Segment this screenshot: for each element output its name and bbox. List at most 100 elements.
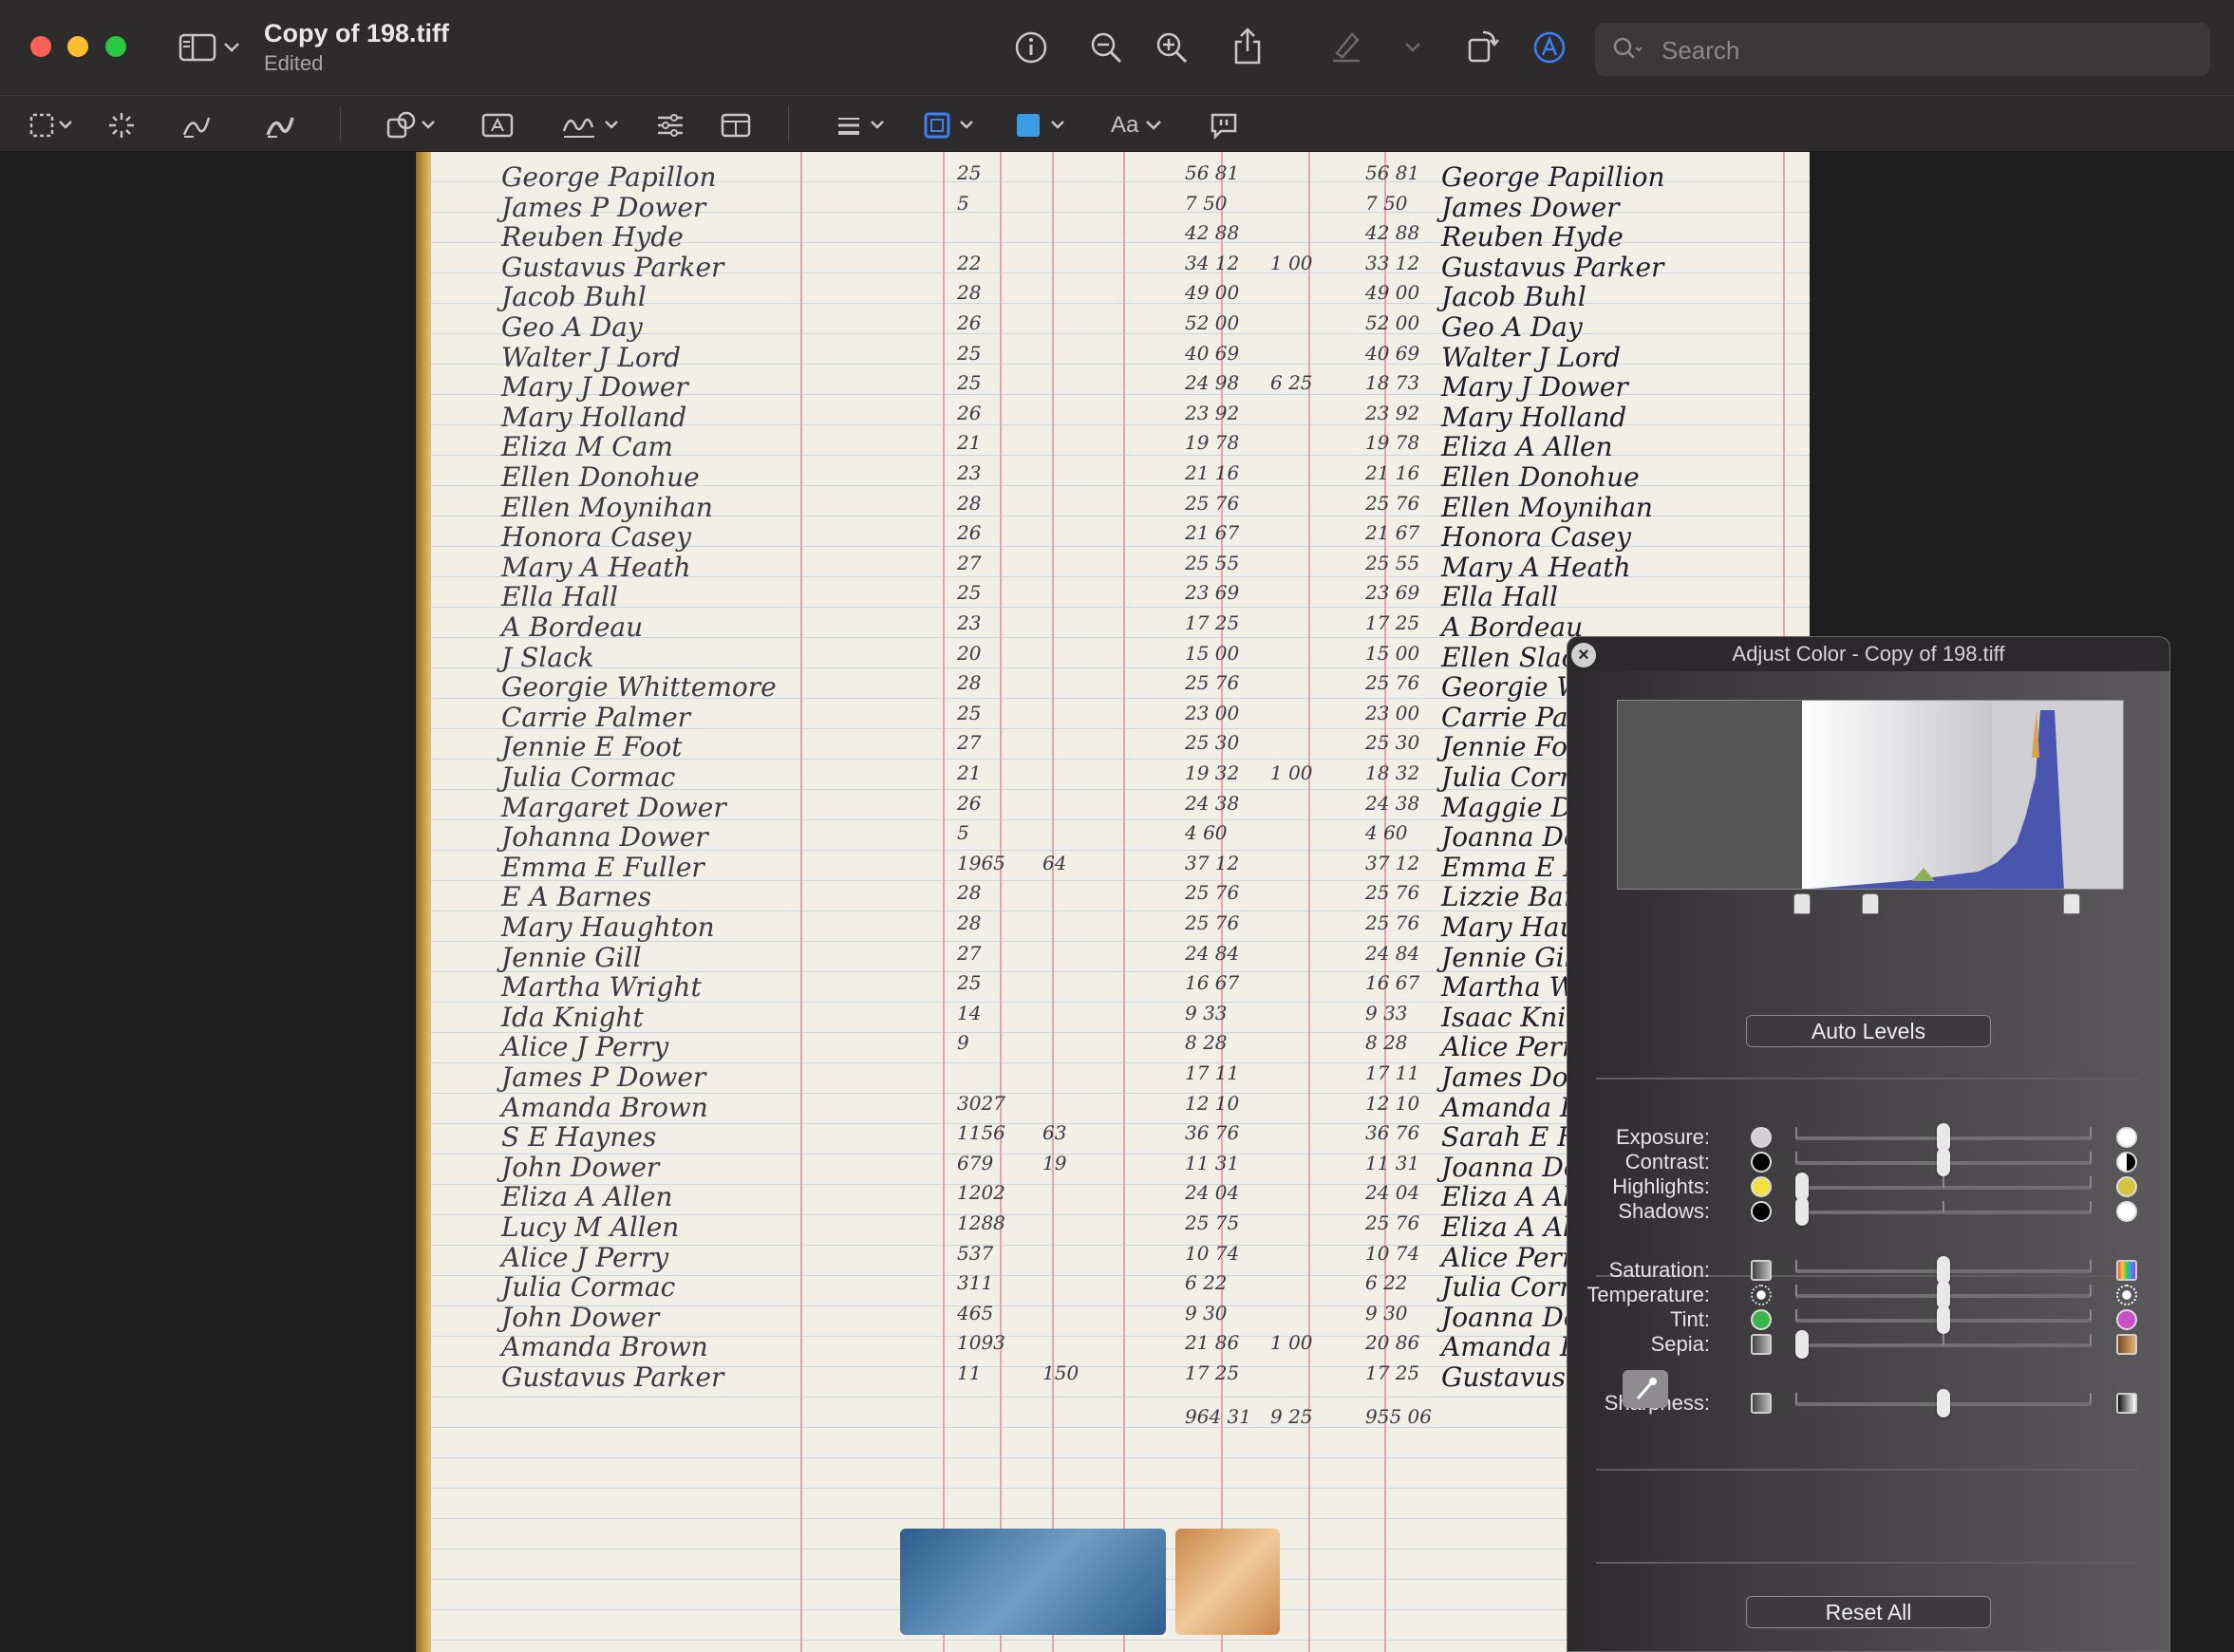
markup-icon[interactable]: [1530, 28, 1568, 66]
search-input[interactable]: Search: [1595, 23, 2210, 76]
hours-entry: 25: [957, 161, 982, 184]
histogram-curve: [1812, 710, 2064, 889]
net-amount: 19 78: [1365, 431, 1420, 455]
rotate-icon[interactable]: [1464, 27, 1502, 65]
gross-amount: 9 33: [1185, 1001, 1228, 1024]
adjust-color-icon[interactable]: [655, 106, 685, 144]
signature-entry: George Papillion: [1441, 161, 1665, 193]
shadows-max-icon: [2116, 1201, 2137, 1222]
hours-entry: 537: [957, 1241, 994, 1265]
gross-amount: 4 60: [1185, 821, 1228, 845]
tint-slider-thumb[interactable]: [1937, 1305, 1950, 1334]
white-point-handle[interactable]: [2063, 893, 2080, 914]
signature-entry: Eliza A Allen: [1441, 431, 1613, 463]
net-amount: 42 88: [1365, 221, 1420, 245]
page-layout-icon[interactable]: [720, 106, 752, 144]
zoom-in-icon[interactable]: [1153, 28, 1191, 66]
sharpness-slider[interactable]: [1795, 1389, 2092, 1417]
close-window-button[interactable]: [30, 36, 51, 57]
gross-amount: 25 76: [1185, 911, 1240, 934]
highlight-pen-icon[interactable]: [1327, 27, 1365, 65]
panel-divider: [1596, 1469, 2139, 1471]
chevron-down-icon[interactable]: [1401, 36, 1424, 59]
gross-amount: 23 92: [1185, 401, 1240, 424]
tint-eyedropper-button[interactable]: [1623, 1370, 1668, 1408]
zoom-window-button[interactable]: [105, 36, 126, 57]
gross-amount: 25 75: [1185, 1211, 1240, 1234]
tint-slider[interactable]: [1795, 1305, 2092, 1334]
preview-window: Copy of 198.tiff Edited Search Aa George…: [0, 0, 2234, 1652]
hours-entry: 9: [957, 1031, 969, 1055]
selection-tool-icon[interactable]: [28, 106, 76, 144]
temperature-max-icon: [2116, 1285, 2137, 1305]
text-style-icon[interactable]: Aa: [1111, 106, 1163, 144]
payee-name: S E Haynes: [501, 1121, 657, 1154]
gross-amount: 24 04: [1185, 1181, 1240, 1205]
border-color-icon[interactable]: [923, 106, 980, 144]
hours-entry: 22: [957, 251, 982, 274]
shadows-slider-thumb[interactable]: [1795, 1197, 1809, 1226]
ledger-row: Mary J Dower 25 24 98 6 25 18 73 Mary J Dower: [454, 369, 1783, 403]
net-amount: 16 67: [1365, 971, 1420, 995]
reset-all-button[interactable]: Reset All: [1746, 1596, 1991, 1628]
hours-entry: 1156: [957, 1121, 1005, 1145]
instant-alpha-icon[interactable]: [106, 106, 137, 144]
annotate-icon[interactable]: [1208, 106, 1240, 144]
gross-amount: 23 69: [1185, 581, 1240, 605]
sharpness-slider-thumb[interactable]: [1937, 1389, 1950, 1417]
sepia-slider[interactable]: [1795, 1330, 2092, 1359]
auto-levels-button[interactable]: Auto Levels: [1746, 1015, 1991, 1047]
contrast-slider[interactable]: [1795, 1148, 2092, 1176]
mid-point-handle[interactable]: [1862, 893, 1879, 914]
contrast-slider-thumb[interactable]: [1937, 1148, 1950, 1176]
net-amount: 17 25: [1365, 1361, 1420, 1384]
gross-amount: 6 22: [1185, 1271, 1228, 1295]
info-icon[interactable]: [1012, 28, 1050, 66]
payee-name: Johanna Dower: [501, 821, 708, 854]
text-box-icon[interactable]: [480, 106, 515, 144]
gross-amount: 16 67: [1185, 971, 1240, 995]
saturation-slider[interactable]: [1795, 1256, 2092, 1285]
rate-entry: 64: [1042, 851, 1067, 874]
net-amount: 24 38: [1365, 791, 1420, 815]
hours-entry: 27: [957, 551, 982, 574]
temperature-slider[interactable]: [1795, 1281, 2092, 1309]
payee-name: Georgie Whittemore: [501, 671, 777, 704]
fill-color-icon[interactable]: [1014, 106, 1071, 144]
line-style-icon[interactable]: [835, 106, 889, 144]
sketch-icon[interactable]: [180, 106, 213, 144]
exposure-slider[interactable]: [1795, 1123, 2092, 1152]
payee-name: Julia Cormac: [501, 1271, 676, 1304]
signature-icon[interactable]: [560, 106, 623, 144]
zoom-out-icon[interactable]: [1087, 28, 1125, 66]
sharpness-max-icon: [2116, 1393, 2137, 1414]
shapes-icon[interactable]: [385, 106, 439, 144]
draw-icon[interactable]: [264, 106, 296, 144]
revenue-stamp-blue: [900, 1529, 1166, 1635]
rate-entry: 150: [1042, 1361, 1079, 1384]
highlights-label: Highlights:: [1612, 1174, 1710, 1198]
slider-tick: [1795, 1127, 1797, 1138]
hours-entry: 27: [957, 731, 982, 755]
net-amount: 18 32: [1365, 761, 1420, 784]
gross-amount: 42 88: [1185, 221, 1240, 245]
sidebar-icon[interactable]: [177, 30, 218, 65]
net-amount: 25 76: [1365, 491, 1420, 515]
signature-entry: James Dower: [1441, 191, 1620, 223]
black-point-handle[interactable]: [1793, 893, 1811, 914]
shadows-slider[interactable]: [1795, 1197, 2092, 1226]
sepia-slider-thumb[interactable]: [1795, 1330, 1809, 1359]
net-amount: 15 00: [1365, 641, 1420, 665]
share-icon[interactable]: [1229, 25, 1267, 66]
payee-name: Ella Hall: [501, 581, 618, 613]
highlights-slider[interactable]: [1795, 1173, 2092, 1201]
minimize-window-button[interactable]: [67, 36, 88, 57]
chevron-down-icon[interactable]: [220, 36, 243, 59]
gross-amount: 12 10: [1185, 1091, 1240, 1115]
close-icon[interactable]: ×: [1571, 643, 1596, 667]
search-placeholder: Search: [1661, 36, 1740, 65]
title-bar: Copy of 198.tiff Edited Search: [0, 0, 2234, 95]
ledger-row: Honora Casey 26 21 67 21 67 Honora Casey: [454, 519, 1783, 553]
ledger-row: Reuben Hyde 42 88 42 88 Reuben Hyde: [454, 219, 1783, 253]
revenue-stamp-orange: [1175, 1529, 1280, 1635]
